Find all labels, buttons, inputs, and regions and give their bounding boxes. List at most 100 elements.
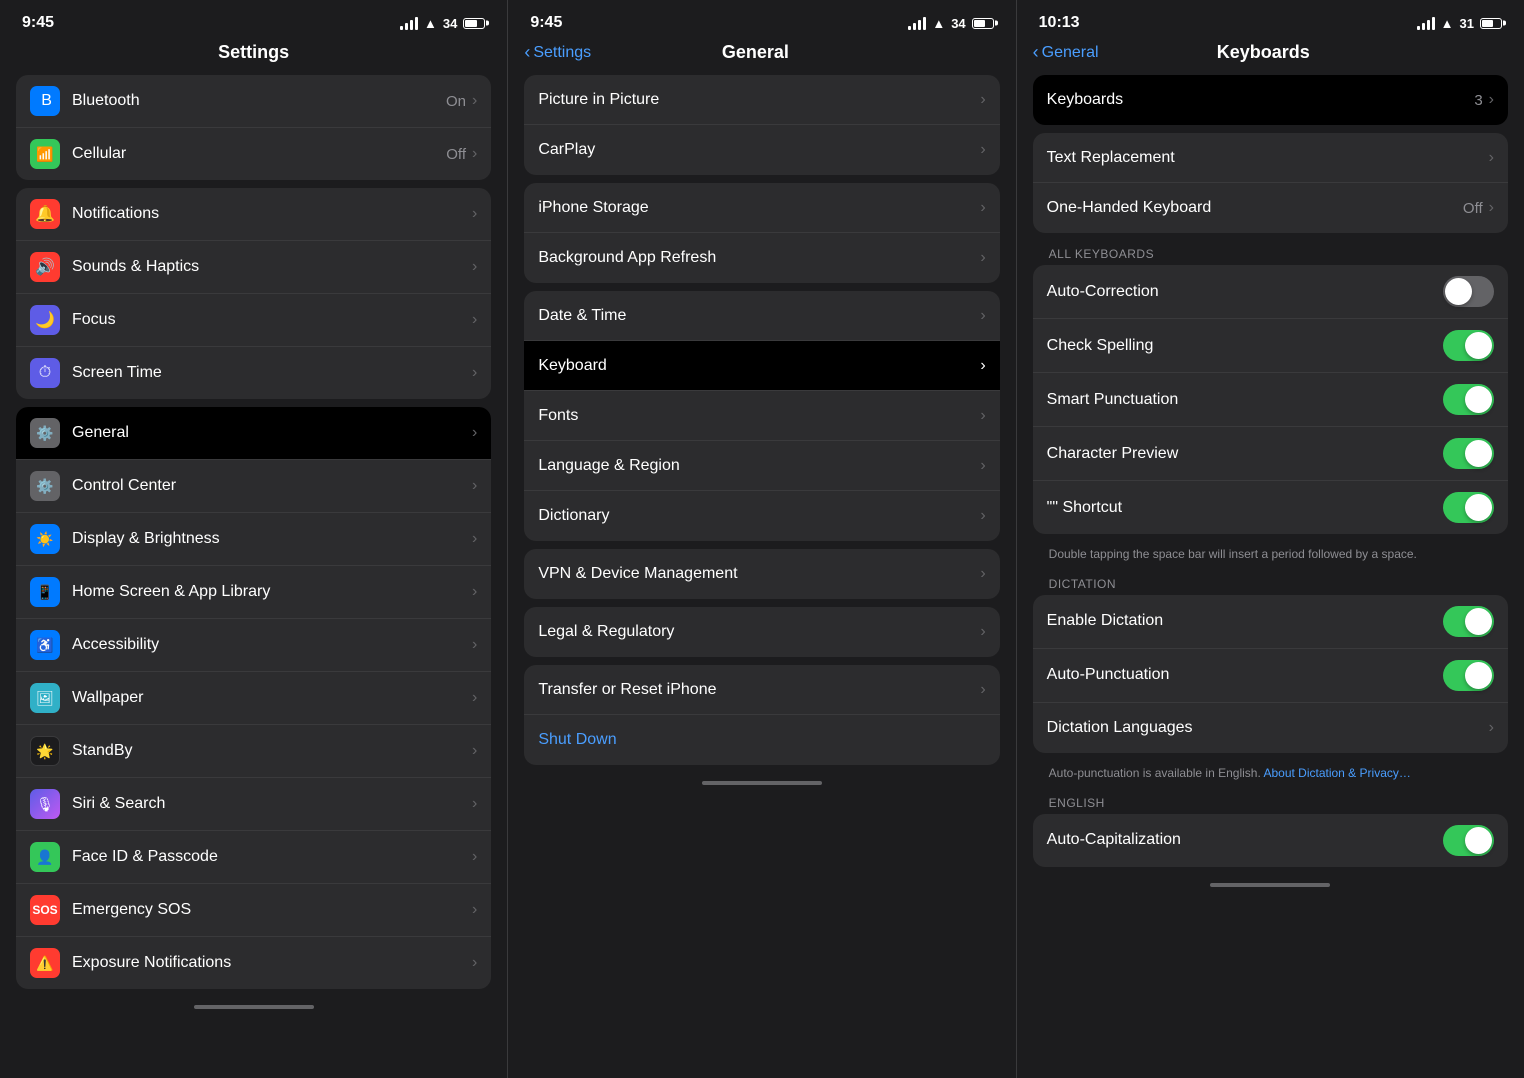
legal-row[interactable]: Legal & Regulatory › <box>524 607 999 657</box>
standby-row[interactable]: 🌟 StandBy › <box>16 725 491 778</box>
enable-dictation-toggle[interactable] <box>1443 606 1494 637</box>
shortcut-toggle[interactable] <box>1443 492 1494 523</box>
scroll-indicator-2 <box>702 781 822 785</box>
language-region-row[interactable]: Language & Region › <box>524 441 999 491</box>
check-spelling-label: Check Spelling <box>1047 337 1443 355</box>
keyboards-count-value: 3 <box>1474 92 1482 109</box>
focus-icon: 🌙 <box>30 305 60 335</box>
one-handed-row[interactable]: One-Handed Keyboard Off › <box>1033 183 1508 233</box>
settings-group-connectivity: B Bluetooth On › 📶 Cellular Off › <box>16 75 491 180</box>
control-center-row[interactable]: ⚙️ Control Center › <box>16 460 491 513</box>
iphone-storage-row[interactable]: iPhone Storage › <box>524 183 999 233</box>
sounds-row[interactable]: 🔊 Sounds & Haptics › <box>16 241 491 294</box>
shortcut-row[interactable]: "" Shortcut <box>1033 481 1508 534</box>
auto-punctuation-label: Auto-Punctuation <box>1047 666 1443 684</box>
smart-punctuation-toggle[interactable] <box>1443 384 1494 415</box>
auto-punctuation-row[interactable]: Auto-Punctuation <box>1033 649 1508 703</box>
auto-cap-toggle[interactable] <box>1443 825 1494 856</box>
shutdown-label: Shut Down <box>538 731 985 749</box>
signal-icon-3 <box>1417 17 1435 30</box>
char-preview-toggle[interactable] <box>1443 438 1494 469</box>
check-spelling-row[interactable]: Check Spelling <box>1033 319 1508 373</box>
battery-icon-3 <box>1480 18 1502 29</box>
standby-chevron: › <box>472 742 477 760</box>
notifications-chevron: › <box>472 205 477 223</box>
accessibility-chevron: › <box>472 636 477 654</box>
time-2: 9:45 <box>530 14 562 32</box>
focus-row[interactable]: 🌙 Focus › <box>16 294 491 347</box>
keyboards-group-main: Keyboards 3 › <box>1033 75 1508 125</box>
iphone-storage-label: iPhone Storage <box>538 199 980 217</box>
dictation-languages-row[interactable]: Dictation Languages › <box>1033 703 1508 753</box>
wallpaper-chevron: › <box>472 689 477 707</box>
sounds-label: Sounds & Haptics <box>72 258 472 276</box>
general-group-1: Picture in Picture › CarPlay › <box>524 75 999 175</box>
auto-punctuation-toggle[interactable] <box>1443 660 1494 691</box>
status-icons-1: ▲ 34 <box>400 16 485 31</box>
home-screen-label: Home Screen & App Library <box>72 583 472 601</box>
keyboards-back-button[interactable]: ‹ General <box>1033 42 1099 63</box>
sounds-chevron: › <box>472 258 477 276</box>
status-bar-3: 10:13 ▲ 31 <box>1017 0 1524 38</box>
notifications-row[interactable]: 🔔 Notifications › <box>16 188 491 241</box>
transfer-reset-row[interactable]: Transfer or Reset iPhone › <box>524 665 999 715</box>
text-replacement-row[interactable]: Text Replacement › <box>1033 133 1508 183</box>
bluetooth-row[interactable]: B Bluetooth On › <box>16 75 491 128</box>
siri-row[interactable]: 🎙 Siri & Search › <box>16 778 491 831</box>
accessibility-row[interactable]: ♿ Accessibility › <box>16 619 491 672</box>
keyboard-row[interactable]: Keyboard › <box>524 341 999 391</box>
sounds-icon: 🔊 <box>30 252 60 282</box>
auto-correction-label: Auto-Correction <box>1047 283 1443 301</box>
back-chevron-icon: ‹ <box>524 42 530 63</box>
date-time-row[interactable]: Date & Time › <box>524 291 999 341</box>
auto-capitalization-row[interactable]: Auto-Capitalization <box>1033 814 1508 867</box>
exposure-row[interactable]: ⚠️ Exposure Notifications › <box>16 937 491 989</box>
dictionary-row[interactable]: Dictionary › <box>524 491 999 541</box>
display-brightness-row[interactable]: ☀️ Display & Brightness › <box>16 513 491 566</box>
all-keyboards-label: ALL KEYBOARDS <box>1017 241 1524 265</box>
carplay-row[interactable]: CarPlay › <box>524 125 999 175</box>
fonts-row[interactable]: Fonts › <box>524 391 999 441</box>
screen-time-row[interactable]: ⏱ Screen Time › <box>16 347 491 399</box>
battery-label-2: 34 <box>951 16 965 31</box>
keyboards-count-chevron: › <box>1489 91 1494 109</box>
general-row[interactable]: ⚙️ General › <box>16 407 491 460</box>
language-label: Language & Region <box>538 457 980 475</box>
enable-dictation-row[interactable]: Enable Dictation <box>1033 595 1508 649</box>
wallpaper-row[interactable]: 🖼 Wallpaper › <box>16 672 491 725</box>
char-preview-label: Character Preview <box>1047 445 1443 463</box>
auto-correction-toggle[interactable] <box>1443 276 1494 307</box>
siri-chevron: › <box>472 795 477 813</box>
check-spelling-toggle[interactable] <box>1443 330 1494 361</box>
display-icon: ☀️ <box>30 524 60 554</box>
auto-correction-row[interactable]: Auto-Correction <box>1033 265 1508 319</box>
keyboards-title: Keyboards <box>1099 42 1428 63</box>
keyboards-count-row[interactable]: Keyboards 3 › <box>1033 75 1508 125</box>
wallpaper-label: Wallpaper <box>72 689 472 707</box>
shutdown-row[interactable]: Shut Down <box>524 715 999 765</box>
one-handed-chevron: › <box>1489 199 1494 217</box>
exposure-icon: ⚠️ <box>30 948 60 978</box>
language-chevron: › <box>980 457 985 475</box>
home-screen-row[interactable]: 📱 Home Screen & App Library › <box>16 566 491 619</box>
general-back-button[interactable]: ‹ Settings <box>524 42 591 63</box>
picture-in-picture-row[interactable]: Picture in Picture › <box>524 75 999 125</box>
dictation-label: DICTATION <box>1017 571 1524 595</box>
wifi-icon-3: ▲ <box>1441 16 1454 31</box>
smart-punctuation-row[interactable]: Smart Punctuation <box>1033 373 1508 427</box>
emergency-sos-row[interactable]: SOS Emergency SOS › <box>16 884 491 937</box>
carplay-chevron: › <box>980 141 985 159</box>
dictation-languages-label: Dictation Languages <box>1047 719 1489 737</box>
general-group-3: Date & Time › Keyboard › Fonts › Languag… <box>524 291 999 541</box>
background-refresh-row[interactable]: Background App Refresh › <box>524 233 999 283</box>
keyboards-count-label: Keyboards <box>1047 91 1475 109</box>
battery-icon-1 <box>463 18 485 29</box>
cellular-row[interactable]: 📶 Cellular Off › <box>16 128 491 180</box>
dictionary-label: Dictionary <box>538 507 980 525</box>
char-preview-row[interactable]: Character Preview <box>1033 427 1508 481</box>
dictionary-chevron: › <box>980 507 985 525</box>
vpn-row[interactable]: VPN & Device Management › <box>524 549 999 599</box>
control-center-label: Control Center <box>72 477 472 495</box>
faceid-row[interactable]: 👤 Face ID & Passcode › <box>16 831 491 884</box>
dictation-privacy-link[interactable]: About Dictation & Privacy… <box>1263 766 1410 780</box>
